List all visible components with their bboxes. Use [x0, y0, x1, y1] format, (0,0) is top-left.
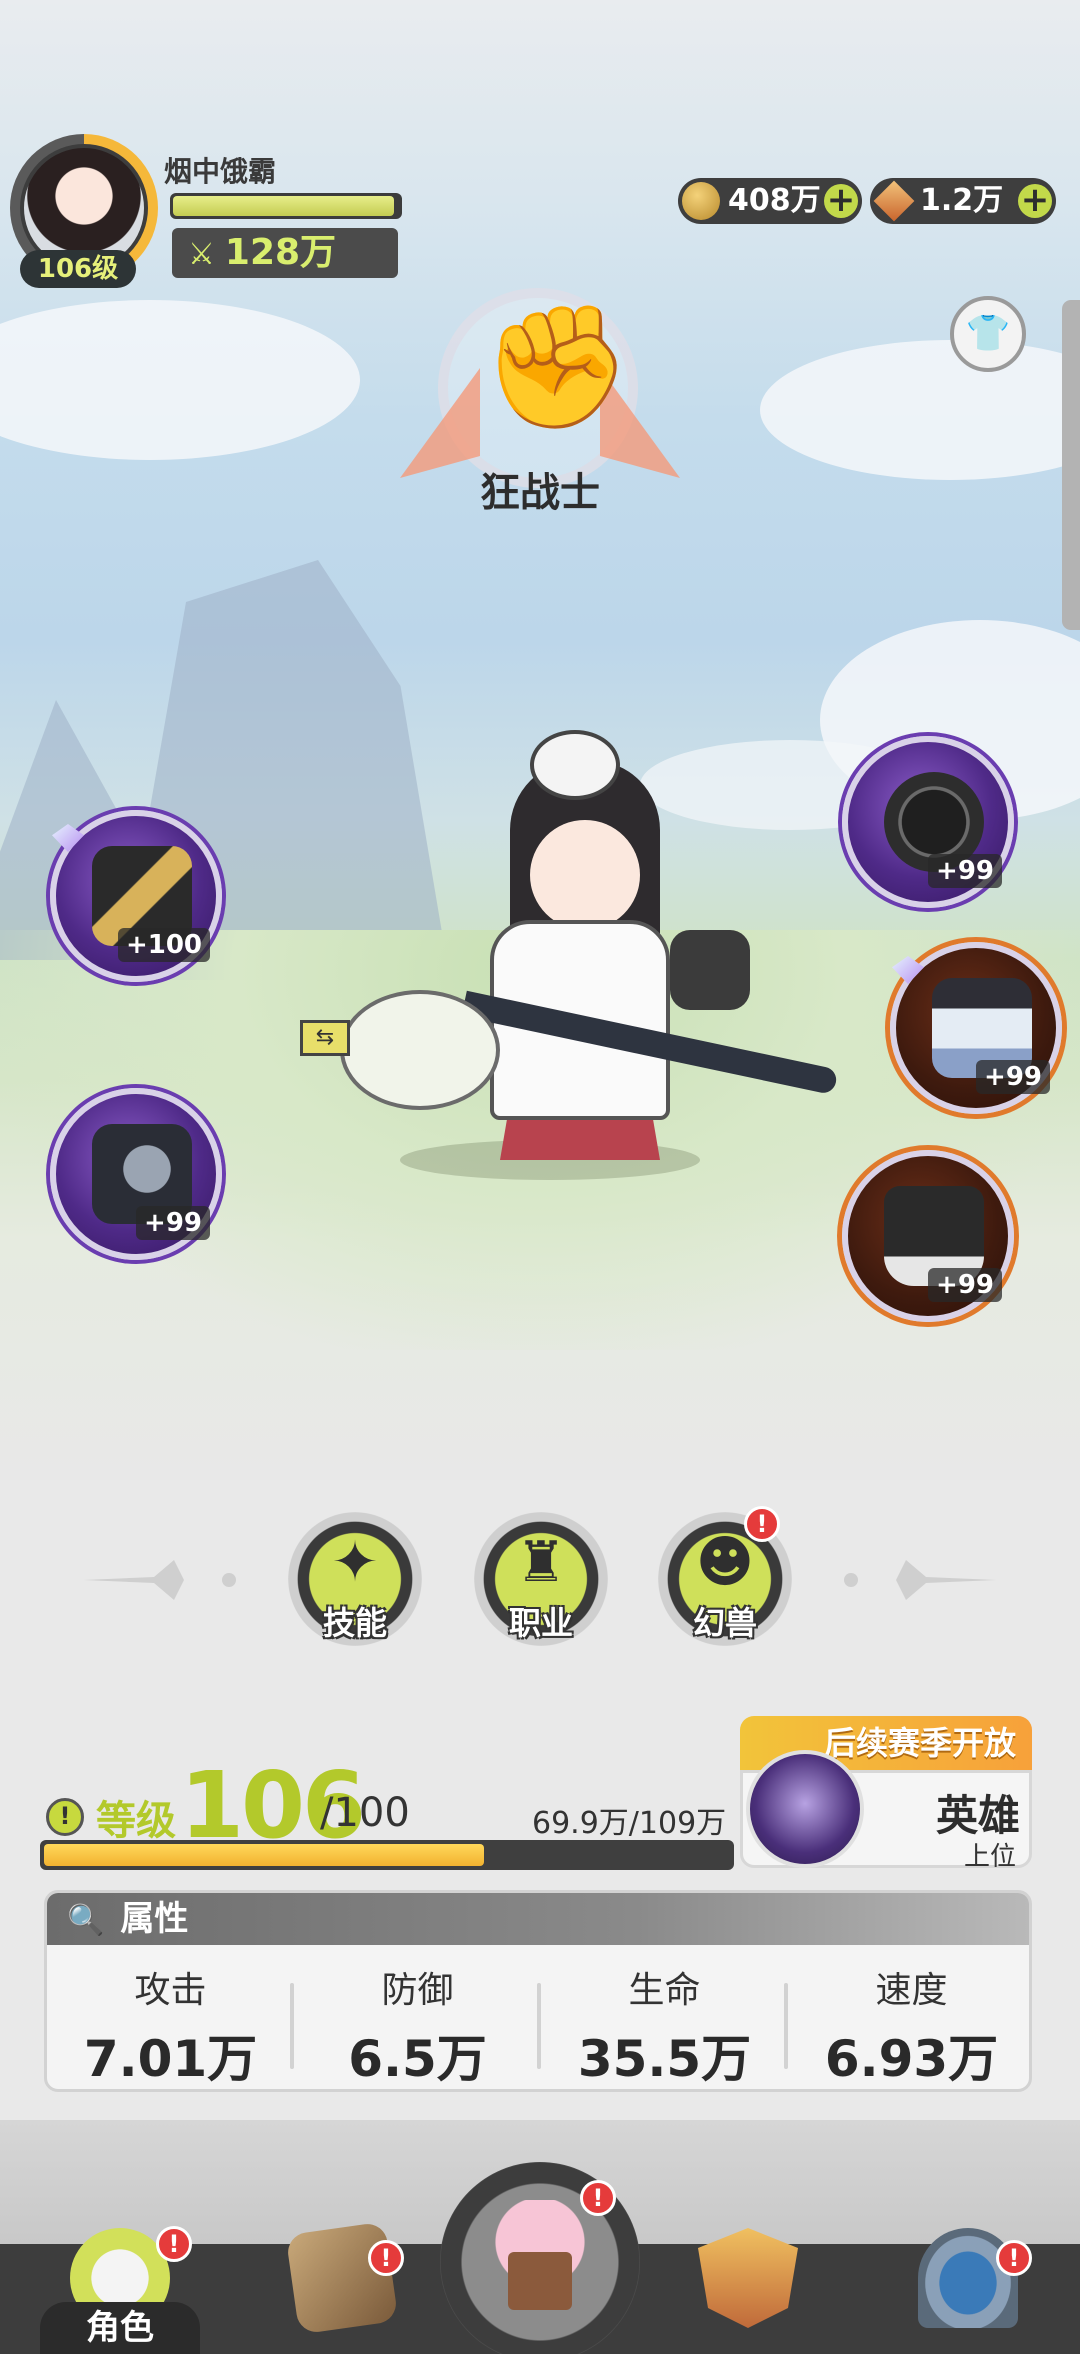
- class-name: 狂战士: [480, 470, 600, 516]
- skill-button[interactable]: ✦ 技能: [288, 1512, 422, 1646]
- exp-progress-bar: [40, 1840, 734, 1870]
- attr-name: 攻击: [134, 1970, 207, 2011]
- side-panel-handle[interactable]: [1062, 300, 1080, 630]
- beast-alert-badge: !: [744, 1506, 780, 1542]
- season-rank-card[interactable]: 后续赛季开放 英雄 上位: [740, 1716, 1032, 1872]
- beast-icon: ☻: [695, 1530, 755, 1595]
- attr-defense: 防御 6.5万: [294, 1953, 541, 2088]
- combat-power-value: 128万: [224, 232, 337, 273]
- equip-slot-boots[interactable]: +99: [842, 1150, 1014, 1322]
- equip-slot-gauntlet[interactable]: +99: [50, 1088, 222, 1260]
- attr-value: 7.01万: [83, 2030, 258, 2088]
- equip-level: +99: [928, 1268, 1002, 1302]
- level-label: 等级: [96, 1798, 176, 1844]
- swap-icon: ⇆: [315, 1025, 335, 1050]
- shirt-icon: 👕: [965, 313, 1011, 354]
- nav-guild[interactable]: [668, 2218, 828, 2354]
- attr-name: 生命: [628, 1970, 701, 2011]
- season-rank-subtitle: 上位: [963, 1842, 1016, 1872]
- level-info-icon[interactable]: !: [46, 1798, 84, 1836]
- attributes-panel[interactable]: 🔍 属性 攻击 7.01万 防御 6.5万 生命 35.5万 速度 6.93万: [44, 1890, 1032, 2092]
- attr-speed: 速度 6.93万: [788, 1953, 1029, 2088]
- attributes-header: 🔍 属性: [47, 1893, 1029, 1945]
- search-icon: 🔍: [67, 1903, 105, 1938]
- beast-label: 幻兽: [692, 1604, 757, 1642]
- add-gold-button[interactable]: +: [824, 183, 858, 218]
- skill-icon: ✦: [331, 1530, 379, 1595]
- equip-level: +99: [136, 1206, 210, 1240]
- nav-book[interactable]: [262, 2218, 422, 2354]
- season-rank-title: 英雄: [935, 1791, 1020, 1840]
- guild-shield-icon: [698, 2228, 798, 2328]
- class-label: 职业: [508, 1604, 573, 1642]
- right-ornament: [836, 1555, 996, 1605]
- pet-companion[interactable]: [340, 990, 500, 1110]
- equip-slot-hat[interactable]: +99: [842, 736, 1014, 908]
- class-icon: ♜: [515, 1530, 567, 1595]
- combat-power: ⚔ 128万: [172, 228, 398, 278]
- level-max: /100: [320, 1790, 410, 1836]
- player-hp-bar: [170, 193, 402, 219]
- nav-character-label[interactable]: 角色: [40, 2302, 200, 2354]
- attr-name: 速度: [875, 1970, 948, 2011]
- attr-name: 防御: [381, 1970, 454, 2011]
- equip-slot-armor[interactable]: +99: [890, 942, 1062, 1114]
- gold-coin-icon: [682, 182, 720, 220]
- fist-emblem-icon: ✊: [482, 298, 632, 437]
- gold-amount: 408万: [728, 183, 821, 218]
- equip-level: +100: [117, 928, 210, 962]
- player-level-badge: 106级: [20, 250, 136, 288]
- player-character[interactable]: [340, 730, 840, 1190]
- attr-attack: 攻击 7.01万: [47, 1953, 294, 2088]
- class-button[interactable]: ♜ 职业: [474, 1512, 608, 1646]
- attr-hp: 生命 35.5万: [541, 1953, 788, 2088]
- attr-value: 6.5万: [348, 2030, 487, 2088]
- nav-book-alert: !: [368, 2240, 404, 2276]
- outfit-button[interactable]: 👕: [950, 296, 1026, 372]
- book-icon: [285, 2221, 399, 2335]
- crystal-amount: 1.2万: [920, 183, 1004, 218]
- nav-portal[interactable]: [888, 2218, 1048, 2354]
- attr-value: 35.5万: [577, 2030, 752, 2088]
- nav-portal-alert: !: [996, 2240, 1032, 2276]
- nav-character-alert: !: [156, 2226, 192, 2262]
- equip-slot-weapon[interactable]: +100: [50, 810, 222, 982]
- left-ornament: [84, 1555, 244, 1605]
- attributes-title: 属性: [120, 1899, 189, 1939]
- attr-value: 6.93万: [824, 2030, 999, 2088]
- player-name: 烟中饿霸: [164, 155, 277, 188]
- swap-pet-button[interactable]: ⇆: [300, 1020, 350, 1056]
- crossed-swords-icon: ⚔: [188, 237, 215, 272]
- exp-text: 69.9万/109万: [532, 1806, 727, 1841]
- crystal-currency: 1.2万 +: [870, 178, 1056, 224]
- skill-label: 技能: [322, 1604, 387, 1642]
- crystal-icon: [873, 180, 915, 222]
- home-icon: [470, 2200, 610, 2320]
- nav-home-alert: !: [580, 2180, 616, 2216]
- equip-level: +99: [976, 1060, 1050, 1094]
- equip-level: +99: [928, 854, 1002, 888]
- gold-currency: 408万 +: [678, 178, 862, 224]
- add-crystal-button[interactable]: +: [1018, 183, 1052, 218]
